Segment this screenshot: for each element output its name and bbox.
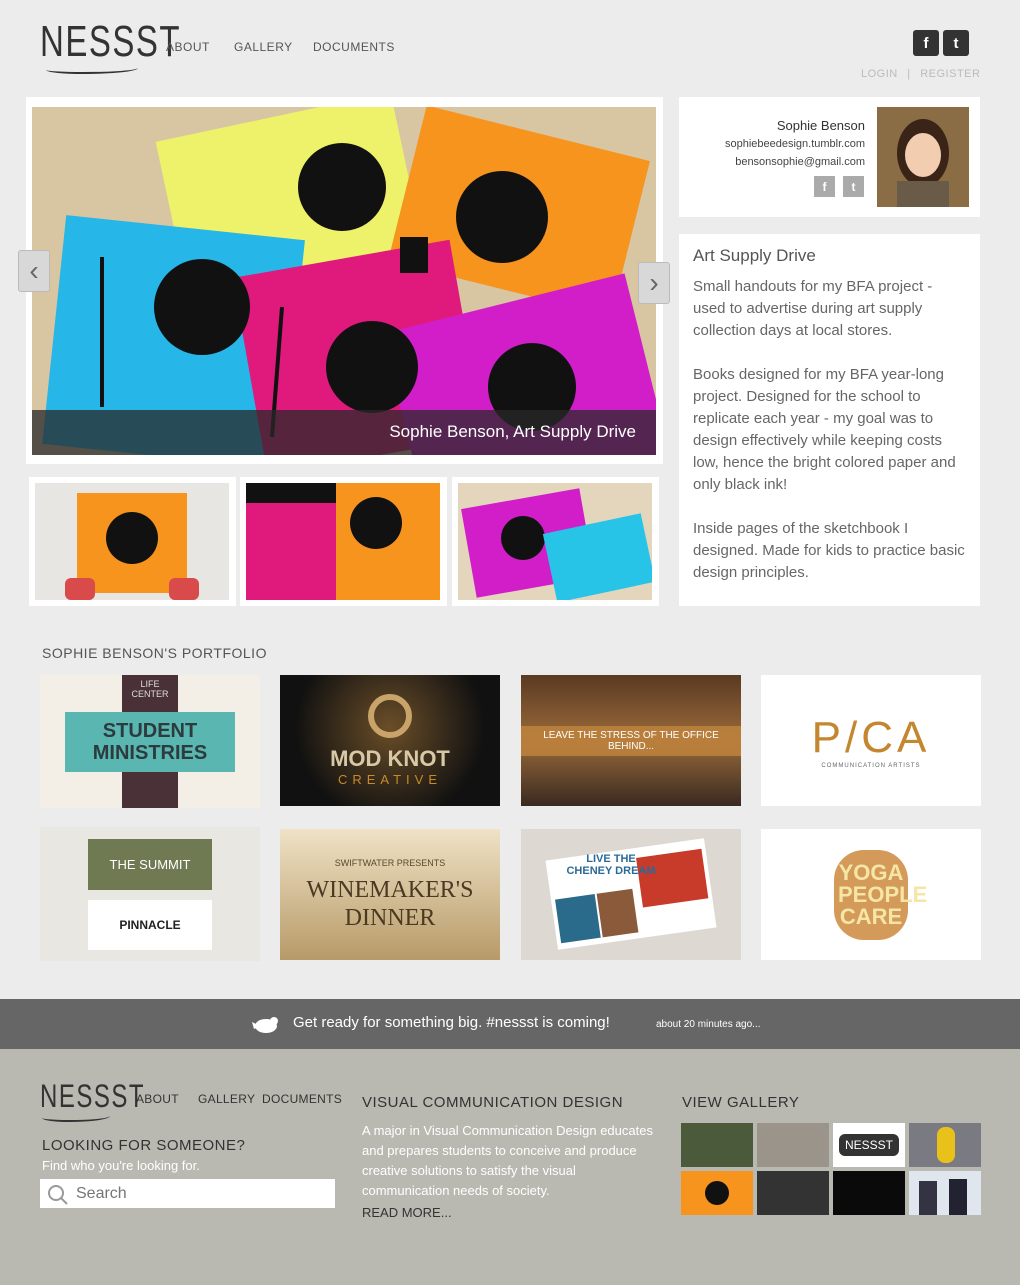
search-input[interactable] bbox=[76, 1184, 326, 1203]
gallery-title: VIEW GALLERY bbox=[682, 1094, 800, 1111]
tile-7-image bbox=[545, 838, 717, 950]
tweet-time: about 20 minutes ago... bbox=[656, 1019, 761, 1030]
tile-1-sub: LIFE CENTER bbox=[131, 679, 169, 699]
portfolio-tile-yoga[interactable]: YOGA PEOPLE CARE bbox=[761, 829, 981, 960]
profile-email[interactable]: bensonsophie@gmail.com bbox=[690, 156, 865, 168]
thumbnail-3[interactable] bbox=[452, 477, 659, 606]
portfolio-tile-cheney[interactable]: LIVE THE CHENEY DREAM bbox=[521, 829, 741, 960]
facebook-icon[interactable]: f bbox=[913, 30, 939, 56]
nav-documents[interactable]: DOCUMENTS bbox=[313, 40, 395, 54]
vcd-title: VISUAL COMMUNICATION DESIGN bbox=[362, 1094, 624, 1111]
description-paragraph-3: Inside pages of the sketchbook I designe… bbox=[693, 520, 965, 581]
search-box bbox=[40, 1179, 335, 1208]
logo-text: NESSST bbox=[40, 17, 182, 66]
gallery-thumb-3[interactable]: NESSST bbox=[833, 1123, 905, 1167]
tweet-bar: Get ready for something big. #nessst is … bbox=[0, 999, 1020, 1049]
tile-5-text: THE SUMMIT bbox=[88, 838, 212, 890]
gallery-thumb-7[interactable] bbox=[833, 1171, 905, 1215]
portfolio-tile-student-ministries[interactable]: LIFE CENTER STUDENT MINISTRIES bbox=[40, 675, 260, 808]
register-link[interactable]: REGISTER bbox=[920, 68, 980, 80]
footer-nav-about[interactable]: ABOUT bbox=[136, 1092, 179, 1106]
description-paragraph-2: Books designed for my BFA year-long proj… bbox=[693, 366, 956, 493]
search-icon[interactable] bbox=[40, 1182, 74, 1206]
twitter-icon[interactable]: t bbox=[943, 30, 969, 56]
gallery-thumb-6[interactable] bbox=[757, 1171, 829, 1215]
portfolio-tile-summit[interactable]: THE SUMMIT PINNACLE bbox=[40, 827, 260, 961]
tile-6-sub: SWIFTWATER PRESENTS bbox=[334, 857, 446, 868]
nav-gallery[interactable]: GALLERY bbox=[234, 40, 293, 54]
tile-4-sub: COMMUNICATION ARTISTS bbox=[821, 762, 921, 769]
portfolio-tile-office[interactable]: LEAVE THE STRESS OF THE OFFICE BEHIND... bbox=[521, 675, 741, 806]
nav-about[interactable]: ABOUT bbox=[166, 40, 210, 54]
thumbnail-1-image bbox=[35, 483, 229, 600]
tweet-text[interactable]: Get ready for something big. #nessst is … bbox=[293, 1014, 610, 1031]
profile-avatar bbox=[877, 107, 969, 207]
footer-nav-gallery[interactable]: GALLERY bbox=[198, 1092, 255, 1106]
login-link[interactable]: LOGIN bbox=[861, 68, 898, 80]
tile-7-text: LIVE THE CHENEY DREAM bbox=[566, 852, 656, 877]
slideshow-next-button[interactable]: › bbox=[638, 262, 670, 304]
gallery-thumb-4[interactable] bbox=[909, 1123, 981, 1167]
description-paragraph-1: Small handouts for my BFA project - used… bbox=[693, 278, 933, 339]
gallery-thumb-3-logo: NESSST bbox=[838, 1134, 899, 1156]
portfolio-title: SOPHIE BENSON'S PORTFOLIO bbox=[42, 645, 267, 661]
footer-logo-text: NESSST bbox=[40, 1078, 146, 1114]
portfolio-tile-mod-knot[interactable]: MOD KNOT CREATIVE bbox=[280, 675, 500, 806]
slideshow-caption: Sophie Benson, Art Supply Drive bbox=[32, 410, 656, 455]
tile-2-text: MOD KNOT bbox=[330, 746, 450, 771]
profile-name: Sophie Benson bbox=[776, 118, 865, 133]
search-subtitle: Find who you're looking for. bbox=[42, 1158, 200, 1173]
gallery-thumb-1[interactable] bbox=[681, 1123, 753, 1167]
tile-2-sub: CREATIVE bbox=[337, 772, 443, 787]
description-title: Art Supply Drive bbox=[693, 246, 816, 265]
profile-website[interactable]: sophiebeedesign.tumblr.com bbox=[690, 138, 865, 150]
thumbnail-2-image bbox=[246, 483, 440, 600]
search-title: LOOKING FOR SOMEONE? bbox=[42, 1137, 246, 1154]
tile-5-sub: PINNACLE bbox=[88, 899, 212, 950]
tile-1-text: STUDENT MINISTRIES bbox=[65, 711, 235, 772]
gallery-thumb-5[interactable] bbox=[681, 1171, 753, 1215]
gallery-thumb-2[interactable] bbox=[757, 1123, 829, 1167]
slideshow-prev-button[interactable]: ‹ bbox=[18, 250, 50, 292]
auth-separator: | bbox=[907, 68, 911, 80]
gallery-thumb-8[interactable] bbox=[909, 1171, 981, 1215]
slideshow-image bbox=[32, 107, 656, 455]
portfolio-tile-winemaker[interactable]: SWIFTWATER PRESENTS WINEMAKER'S DINNER bbox=[280, 829, 500, 960]
thumbnail-3-image bbox=[458, 483, 656, 603]
tile-3-text: LEAVE THE STRESS OF THE OFFICE BEHIND... bbox=[521, 725, 741, 756]
tile-4-text: P/CA bbox=[811, 712, 931, 762]
footer-nav-documents[interactable]: DOCUMENTS bbox=[262, 1092, 342, 1106]
tile-8-text: YOGA PEOPLE CARE bbox=[834, 849, 927, 940]
profile-twitter-icon[interactable]: t bbox=[843, 176, 864, 197]
thumbnail-2[interactable] bbox=[240, 477, 447, 606]
auth-links: LOGIN | REGISTER bbox=[861, 68, 980, 80]
tile-2-knot-icon bbox=[367, 694, 412, 738]
art-supply-drive-photo bbox=[32, 107, 656, 455]
profile-facebook-icon[interactable]: f bbox=[814, 176, 835, 197]
read-more-link[interactable]: READ MORE... bbox=[362, 1205, 452, 1220]
twitter-bird-icon bbox=[252, 1014, 280, 1034]
portfolio-tile-pica[interactable]: P/CA COMMUNICATION ARTISTS bbox=[761, 675, 981, 806]
vcd-body: A major in Visual Communication Design e… bbox=[362, 1123, 653, 1198]
thumbnail-1[interactable] bbox=[29, 477, 236, 606]
tile-6-text: WINEMAKER'S DINNER bbox=[306, 876, 474, 931]
